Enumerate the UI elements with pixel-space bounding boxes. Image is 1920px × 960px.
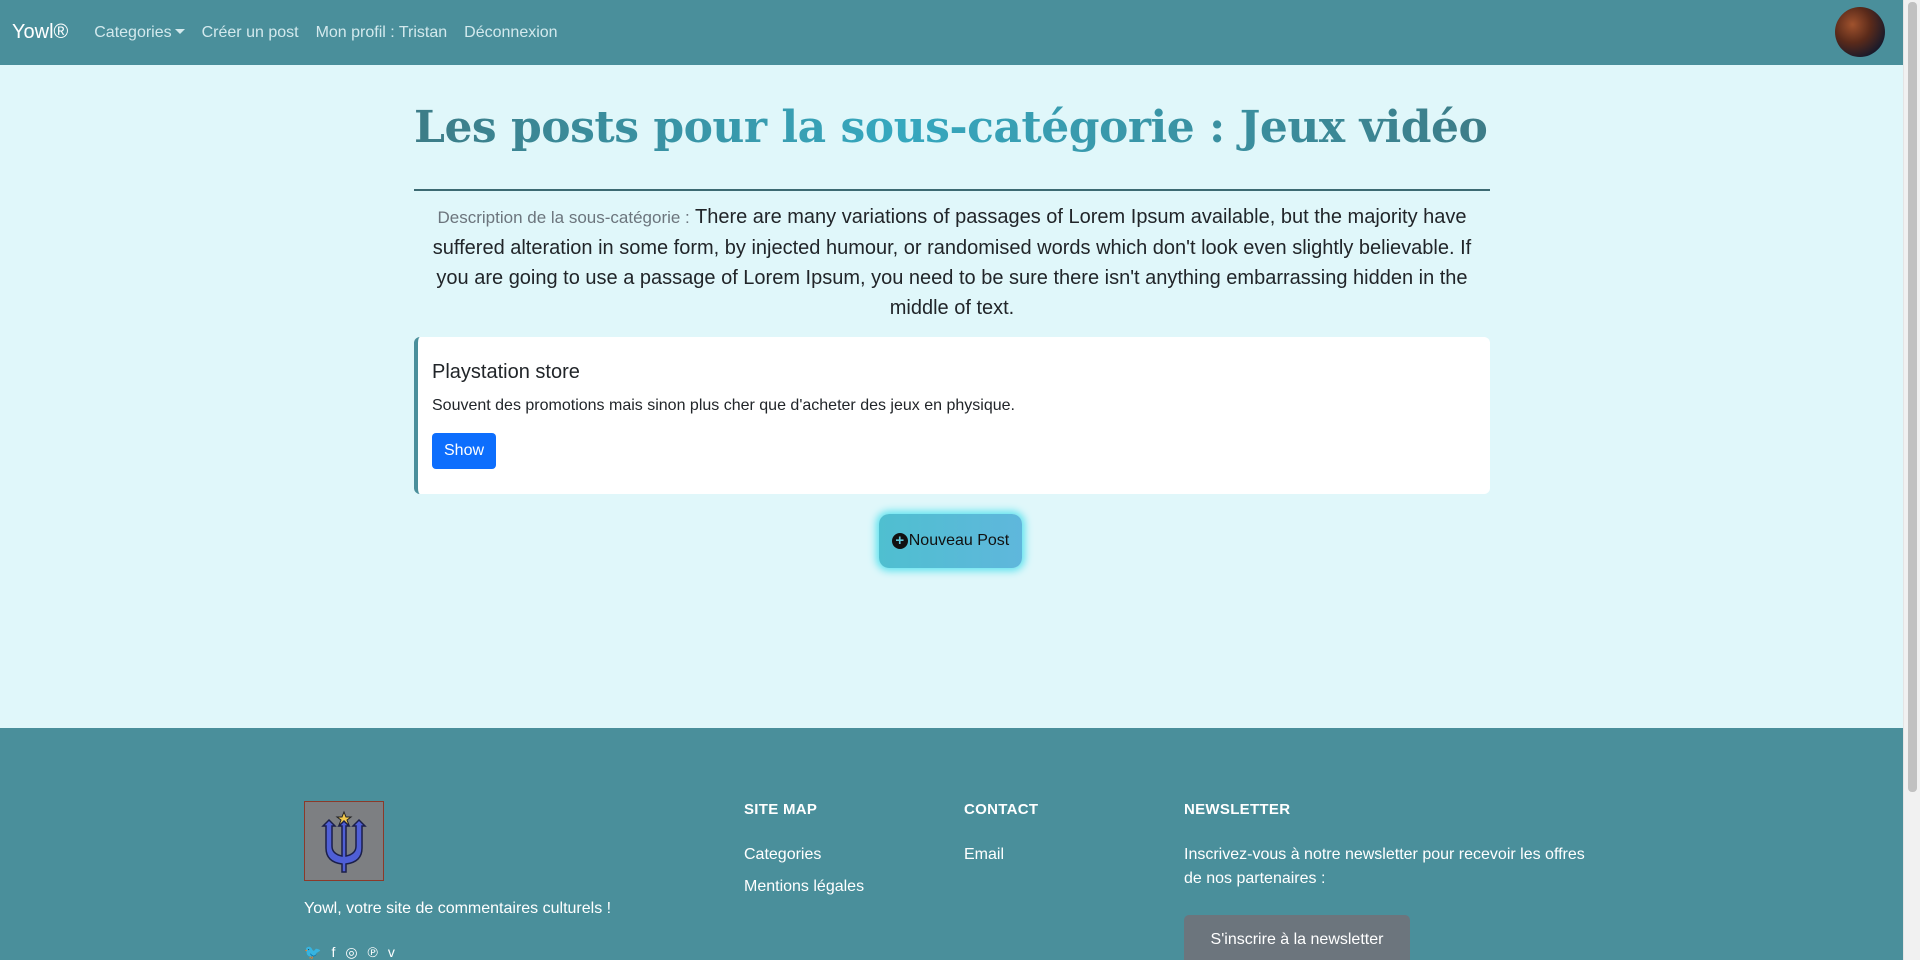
vimeo-icon[interactable]: v [388,944,395,960]
brand-logo-link[interactable]: Yowl® [12,21,68,44]
post-title: Playstation store [432,361,580,383]
nav-categories-dropdown[interactable]: Categories [94,23,185,42]
chevron-down-icon [174,28,185,34]
trident-logo-icon [321,810,367,873]
instagram-icon[interactable]: ◎ [345,944,357,960]
twitter-icon[interactable]: 🐦 [304,944,321,960]
newsletter-subscribe-button[interactable]: S'inscrire à la newsletter [1184,915,1410,960]
subcategory-description: Description de la sous-catégorie : There… [414,202,1490,323]
nav-create-post[interactable]: Créer un post [202,24,299,42]
footer-logo [304,801,384,881]
nav-my-profile[interactable]: Mon profil : Tristan [316,24,448,42]
newsletter-text: Inscrivez-vous à notre newsletter pour r… [1184,846,1585,887]
pinterest-icon[interactable]: ℗ [368,944,378,960]
nav-categories-label: Categories [94,23,172,41]
post-excerpt: Souvent des promotions mais sinon plus c… [432,397,1015,414]
user-avatar[interactable] [1835,7,1885,57]
new-post-button[interactable]: + Nouveau Post [879,514,1022,568]
footer-link-email[interactable]: Email [964,846,1004,864]
description-label: Description de la sous-catégorie : [437,208,690,227]
top-navbar: Yowl® Categories Créer un post Mon profi… [0,0,1903,65]
page-title: Les posts pour la sous-catégorie : Jeux … [414,102,1710,153]
scrollbar-thumb[interactable] [1908,2,1917,792]
vertical-scrollbar[interactable] [1903,0,1920,960]
footer-link-legal[interactable]: Mentions légales [744,878,864,896]
site-footer: Yowl, votre site de commentaires culture… [0,728,1903,960]
footer-tagline: Yowl, votre site de commentaires culture… [304,900,612,917]
post-card: Playstation store Souvent des promotions… [414,337,1490,494]
show-post-button[interactable]: Show [432,433,497,469]
title-divider [414,189,1490,191]
plus-circle-icon: + [891,533,908,549]
social-links: 🐦 f ◎ ℗ v [304,944,395,960]
footer-link-categories[interactable]: Categories [744,846,821,864]
new-post-label: Nouveau Post [908,532,1010,549]
nav-logout[interactable]: Déconnexion [464,24,557,42]
newsletter-heading: NEWSLETTER [1184,801,1291,818]
contact-heading: CONTACT [964,801,1039,818]
sitemap-heading: SITE MAP [744,801,818,818]
facebook-icon[interactable]: f [331,944,335,960]
